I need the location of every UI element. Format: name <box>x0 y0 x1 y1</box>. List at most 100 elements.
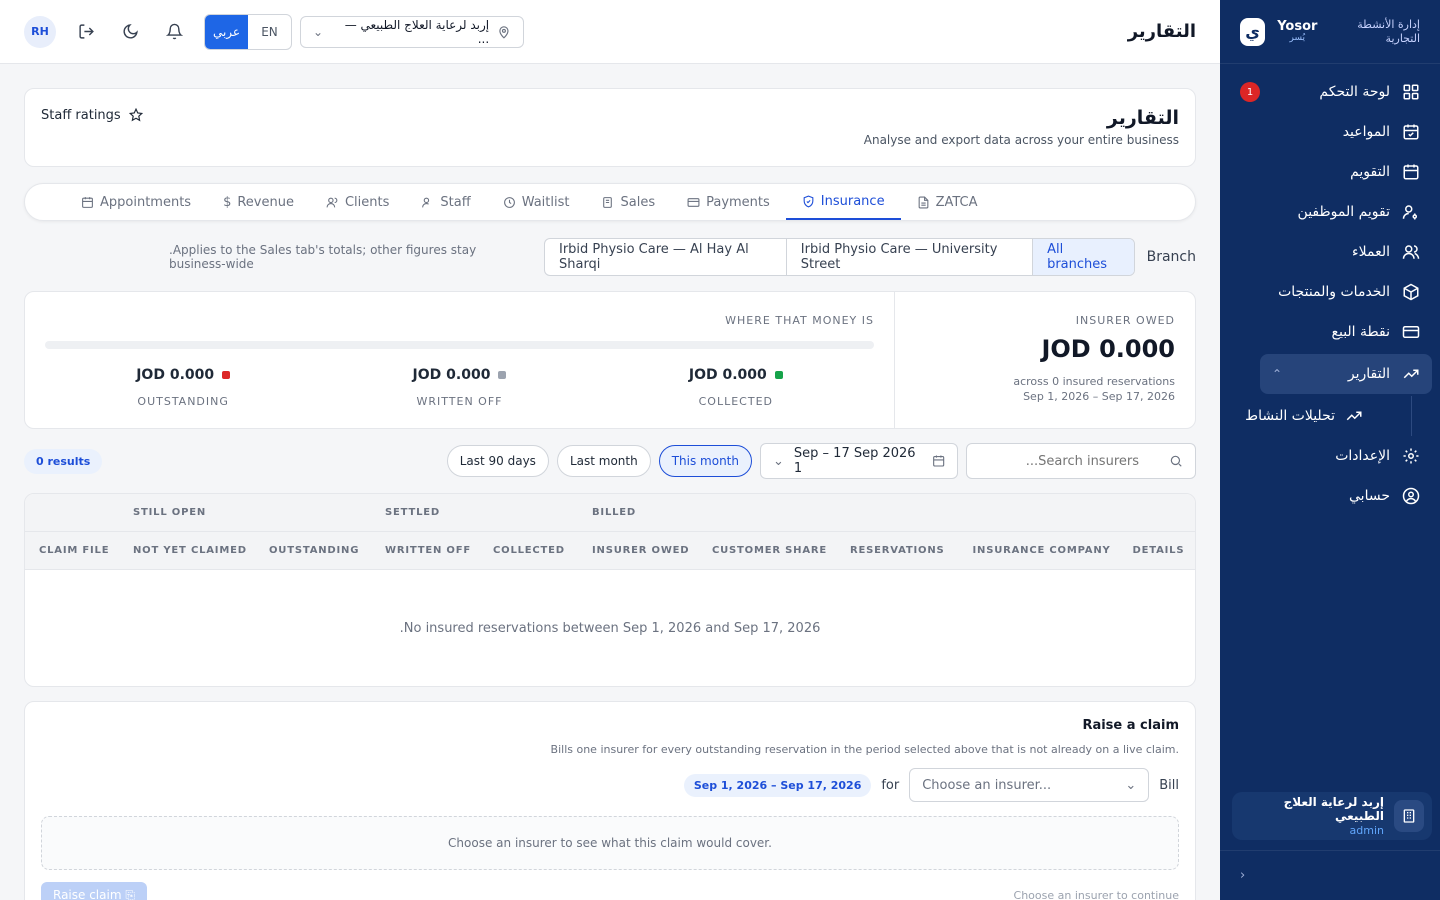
sidebar-item-label: التقويم <box>1350 164 1390 180</box>
sidebar-collapse[interactable]: › <box>1220 850 1440 900</box>
credit-card-icon <box>1402 326 1420 338</box>
bucket-value: JOD 0.000 <box>412 367 491 383</box>
chevron-down-icon: ⌄ <box>313 24 324 39</box>
sidebar-item-reports[interactable]: ⌃ التقارير <box>1260 354 1432 394</box>
branch-segmented-control: Irbid Physio Care — Al Hay Al Sharqi Irb… <box>543 238 1135 276</box>
bucket-outstanding: JOD 0.000 OUTSTANDING <box>45 367 321 408</box>
col-not-yet-claimed[interactable]: NOT YET CLAIMED <box>119 532 255 569</box>
insurer-owed-label: INSURER OWED <box>1075 314 1175 327</box>
branch-filter-row: .Applies to the Sales tab's totals; othe… <box>24 237 1196 277</box>
col-collected[interactable]: COLLECTED <box>479 532 578 569</box>
lang-en-button[interactable]: EN <box>248 15 291 49</box>
notification-badge: 1 <box>1240 82 1260 102</box>
building-icon <box>1394 800 1424 832</box>
sidebar: ي Yosor يُسر إدارة الأنشطة التجارية 1 لو… <box>1220 0 1440 900</box>
main-content: Staff ratings التقارير Analyse and expor… <box>24 88 1196 900</box>
col-details: DETAILS <box>1132 545 1185 556</box>
bucket-value-wrap: JOD 0.000 <box>413 367 507 383</box>
star-icon <box>128 108 143 122</box>
for-label: for <box>881 777 900 793</box>
trending-up-icon <box>1346 411 1362 421</box>
box-icon <box>1403 283 1419 301</box>
tab-staff[interactable]: Staff <box>405 184 486 220</box>
brand[interactable]: ي Yosor يُسر إدارة الأنشطة التجارية <box>1220 0 1440 64</box>
tab-payments[interactable]: Payments <box>671 184 786 220</box>
sidebar-item-pos[interactable]: نقطة البيع <box>1220 312 1440 352</box>
search-icon <box>1170 455 1182 467</box>
tab-appointments[interactable]: Appointments <box>65 184 207 220</box>
sidebar-item-account[interactable]: حسابي <box>1220 476 1440 516</box>
table-filters: 0 results Last 90 days Last month This m… <box>24 443 1196 479</box>
receipt-icon <box>603 196 613 208</box>
sidebar-item-label: العملاء <box>1352 244 1390 260</box>
tab-waitlist[interactable]: Waitlist <box>487 184 586 220</box>
bucket-label: WRITTEN OFF <box>416 395 503 408</box>
sidebar-item-dashboard[interactable]: 1 لوحة التحكم <box>1220 72 1440 112</box>
search-input[interactable] <box>979 453 1139 469</box>
organization-text: إربد لرعاية العلاج الطبيعي admin <box>1240 795 1384 837</box>
col-written-off[interactable]: WRITTEN OFF <box>371 532 479 569</box>
branch-selector[interactable]: ⌄ إربد لرعاية العلاج الطبيعي — ... <box>300 15 524 48</box>
branch-option-university[interactable]: Irbid Physio Care — University Street <box>787 239 1034 275</box>
organization-card[interactable]: إربد لرعاية العلاج الطبيعي admin <box>1232 792 1432 840</box>
sidebar-item-calendar[interactable]: التقويم <box>1220 152 1440 192</box>
chip-last-month[interactable]: Last month <box>556 445 651 477</box>
sidebar-subitem-analytics[interactable]: تحليلات النشاط <box>1220 396 1412 436</box>
user-cog-icon <box>1402 205 1417 220</box>
insurer-owed-value: JOD 0.000 <box>1041 335 1175 363</box>
col-outstanding[interactable]: OUTSTANDING <box>255 532 371 569</box>
chip-this-month[interactable]: This month <box>658 445 752 477</box>
insurer-select-placeholder: Choose an insurer... <box>922 777 1052 793</box>
organization-name: إربد لرعاية العلاج الطبيعي <box>1283 795 1384 824</box>
logout-icon[interactable] <box>72 18 100 46</box>
tab-sales[interactable]: Sales <box>585 184 671 220</box>
chevron-right-icon[interactable]: › <box>1240 868 1245 883</box>
sidebar-item-appointments[interactable]: المواعيد <box>1220 112 1440 152</box>
sidebar-item-settings[interactable]: الإعدادات <box>1220 436 1440 476</box>
col-insurance-company[interactable]: INSURANCE COMPANY <box>959 532 1119 569</box>
tab-revenue[interactable]: $ Revenue <box>207 184 310 220</box>
tab-zatca[interactable]: ZATCA <box>901 184 994 220</box>
insurance-table: STILL OPEN SETTLED BILLED CLAIM FILE NOT… <box>24 493 1196 687</box>
language-switch: عربي EN <box>204 13 292 50</box>
money-breakdown: WHERE THAT MONEY IS JOD 0.000 OUTSTANDIN… <box>25 292 894 428</box>
status-dot <box>498 371 507 379</box>
page-title: التقارير <box>1127 21 1196 42</box>
insurer-select[interactable]: Choose an insurer... ⌄ <box>909 768 1150 802</box>
insurance-summary-card: WHERE THAT MONEY IS JOD 0.000 OUTSTANDIN… <box>24 291 1196 429</box>
brand-name-en: Yosor <box>1277 18 1318 34</box>
col-customer-share[interactable]: CUSTOMER SHARE <box>698 532 836 569</box>
col-insurer-owed[interactable]: INSURER OWED <box>578 532 698 569</box>
branch-option-all[interactable]: All branches <box>1033 239 1134 275</box>
tab-insurance[interactable]: Insurance <box>785 184 901 220</box>
bucket-label: COLLECTED <box>698 395 773 408</box>
col-reservations[interactable]: RESERVATIONS <box>836 532 959 569</box>
branch-option-al-hay[interactable]: Irbid Physio Care — Al Hay Al Sharqi <box>545 239 787 275</box>
credit-card-icon <box>687 197 700 207</box>
raise-claim-card: Raise a claim Bills one insurer for ever… <box>24 701 1196 900</box>
tab-label: ZATCA <box>935 194 978 210</box>
moon-icon[interactable] <box>116 18 144 46</box>
tab-label: Insurance <box>820 193 885 209</box>
sidebar-item-label: الخدمات والمنتجات <box>1278 284 1390 300</box>
bucket-value-wrap: JOD 0.000 <box>689 367 783 383</box>
chevron-up-icon[interactable]: ⌃ <box>1272 367 1282 381</box>
sidebar-item-clients[interactable]: العملاء <box>1220 232 1440 272</box>
bell-icon[interactable] <box>160 18 188 46</box>
staff-ratings-link[interactable]: Staff ratings <box>41 105 143 125</box>
reports-subtitle: Analyse and export data across your enti… <box>863 133 1179 147</box>
staff-ratings-label: Staff ratings <box>41 107 121 123</box>
calendar-check-icon <box>1403 124 1419 140</box>
col-claim-file[interactable]: CLAIM FILE <box>25 532 119 569</box>
avatar[interactable]: RH <box>24 15 56 48</box>
raise-claim-button[interactable]: Raise claim ⎘ <box>41 882 147 900</box>
sidebar-item-staff-calendar[interactable]: تقويم الموظفين <box>1220 192 1440 232</box>
chip-last-90-days[interactable]: Last 90 days <box>446 445 549 477</box>
sidebar-item-services[interactable]: الخدمات والمنتجات <box>1220 272 1440 312</box>
lang-ar-button[interactable]: عربي <box>205 14 248 49</box>
topbar: RH عربي EN ⌄ إربد لرعاية العلاج الطبيعي … <box>0 0 1220 64</box>
tab-clients[interactable]: Clients <box>310 184 405 220</box>
tab-label: Clients <box>344 194 390 210</box>
date-range-picker[interactable]: ⌄ Sep – 17 Sep 2026 1 <box>760 443 958 479</box>
